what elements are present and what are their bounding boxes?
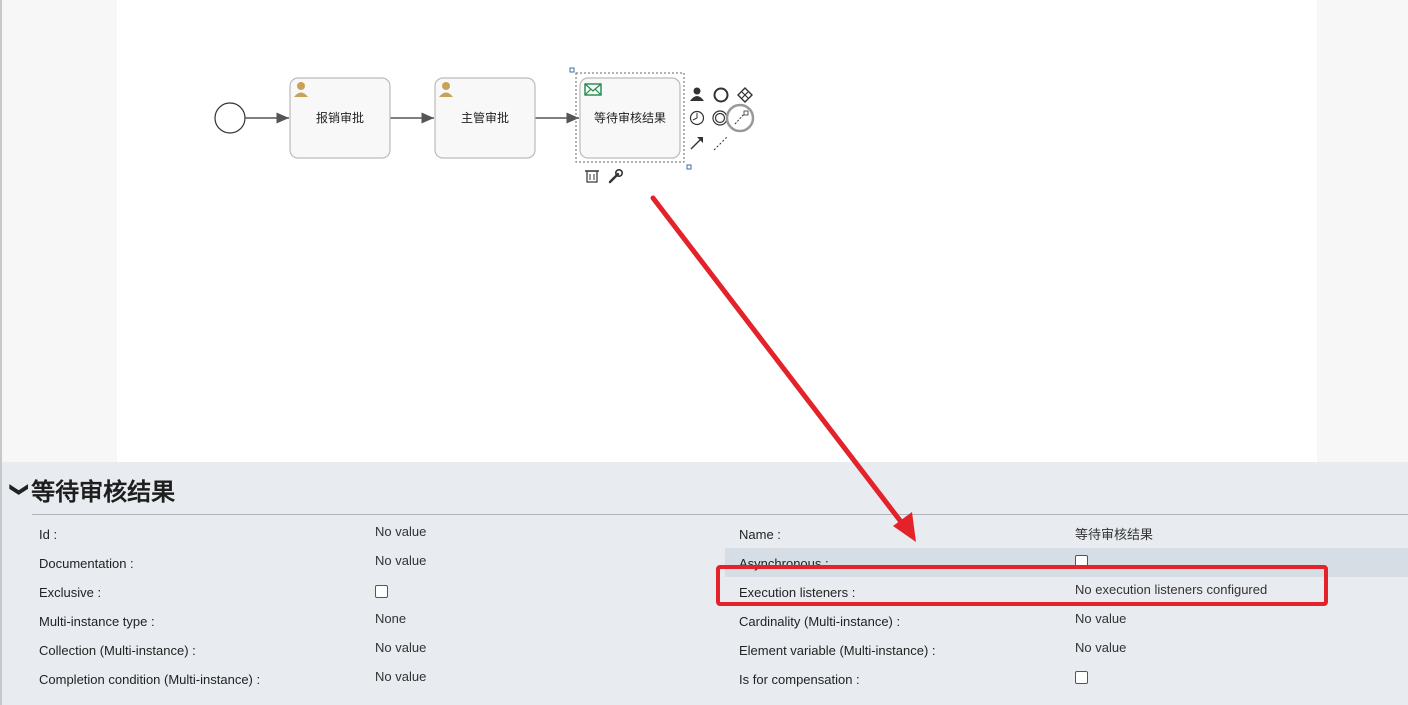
property-row-completion-condition[interactable]: Completion condition (Multi-instance) : … [2, 664, 702, 693]
append-end-event-icon[interactable] [713, 87, 729, 103]
task-label: 主管审批 [461, 110, 509, 125]
asynchronous-checkbox[interactable] [1075, 555, 1088, 568]
append-timer-event-icon[interactable] [689, 110, 705, 126]
canvas-area[interactable] [0, 0, 1408, 462]
task-manager-approval[interactable]: 主管审批 [434, 77, 536, 159]
property-value[interactable]: No value [1075, 611, 1126, 626]
task-await-review-result[interactable]: 等待审核结果 [575, 72, 685, 163]
canvas-paper[interactable] [117, 0, 1317, 462]
divider [32, 514, 1408, 515]
property-label: Element variable (Multi-instance) : [739, 643, 936, 658]
resize-handle[interactable] [569, 67, 575, 73]
property-value[interactable]: No value [375, 640, 426, 655]
property-row-multi-instance-type[interactable]: Multi-instance type : None [2, 606, 702, 635]
append-intermediate-event-icon[interactable] [712, 110, 728, 126]
property-row-collection[interactable]: Collection (Multi-instance) : No value [2, 635, 702, 664]
property-value[interactable]: No value [375, 669, 426, 684]
property-label: Is for compensation : [739, 672, 860, 687]
property-value[interactable]: No value [375, 553, 426, 568]
property-label: Collection (Multi-instance) : [39, 643, 196, 658]
task-expense-approval[interactable]: 报销审批 [289, 77, 391, 159]
task-label: 等待审核结果 [594, 110, 666, 125]
property-row-exclusive[interactable]: Exclusive : [2, 577, 702, 606]
property-label: Cardinality (Multi-instance) : [739, 614, 901, 629]
start-event[interactable] [214, 102, 246, 134]
exclusive-checkbox[interactable] [375, 585, 388, 598]
property-row-cardinality[interactable]: Cardinality (Multi-instance) : No value [725, 606, 1408, 635]
property-row-asynchronous[interactable]: Asynchronous : [725, 548, 1408, 577]
envelope-icon [584, 83, 602, 96]
property-label: Execution listeners : [739, 585, 856, 600]
compensation-checkbox[interactable] [1075, 671, 1088, 684]
task-label: 报销审批 [316, 110, 364, 125]
property-value[interactable]: None [375, 611, 406, 626]
property-label: Asynchronous : [739, 556, 829, 571]
properties-header[interactable]: ❯ 等待审核结果 [9, 471, 176, 507]
property-value[interactable]: 等待审核结果 [1075, 524, 1153, 543]
resize-handle[interactable] [686, 164, 692, 170]
property-label: Name : [739, 527, 781, 542]
property-label: Exclusive : [39, 585, 102, 600]
properties-title: 等待审核结果 [31, 477, 176, 506]
connect-icon[interactable] [725, 103, 755, 133]
property-row-element-variable[interactable]: Element variable (Multi-instance) : No v… [725, 635, 1408, 664]
chevron-down-icon[interactable]: ❯ [9, 481, 30, 496]
properties-panel: ❯ 等待审核结果 Id : No value Documentation : N… [0, 462, 1408, 705]
property-value[interactable]: No value [1075, 640, 1126, 655]
property-row-name[interactable]: Name : 等待审核结果 [725, 519, 1408, 548]
property-row-documentation[interactable]: Documentation : No value [2, 548, 702, 577]
property-value[interactable]: No value [375, 524, 426, 539]
property-label: Completion condition (Multi-instance) : [39, 672, 261, 687]
property-value[interactable]: No execution listeners configured [1075, 582, 1267, 597]
property-label: Id : [39, 527, 58, 542]
property-label: Multi-instance type : [39, 614, 155, 629]
trash-icon[interactable] [585, 170, 599, 183]
property-row-execution-listeners[interactable]: Execution listeners : No execution liste… [725, 577, 1408, 606]
property-row-is-for-compensation[interactable]: Is for compensation : [725, 664, 1408, 693]
property-label: Documentation : [39, 556, 134, 571]
property-row-id[interactable]: Id : No value [2, 519, 702, 548]
